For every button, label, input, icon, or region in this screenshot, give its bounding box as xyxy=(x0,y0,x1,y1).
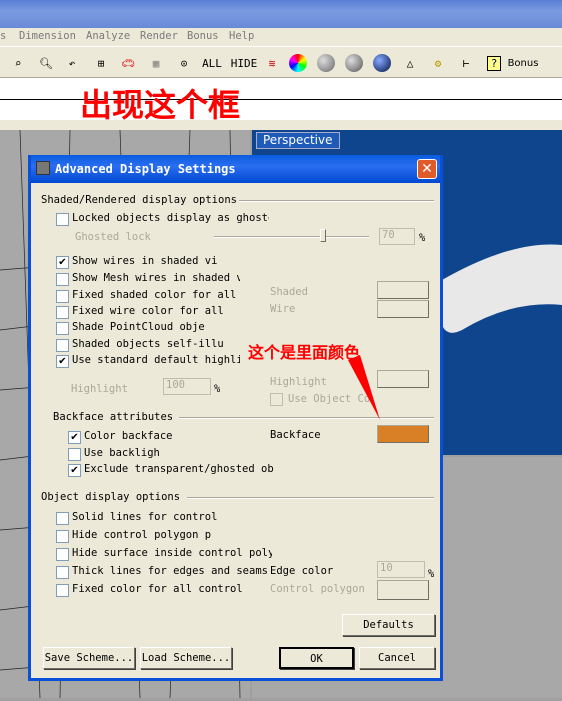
shaded-option-label: Fixed shaded color for all xyxy=(72,289,237,301)
color-wheel-icon[interactable] xyxy=(286,51,310,75)
blue-sphere-icon[interactable] xyxy=(370,51,394,75)
percent-label: % xyxy=(214,383,221,395)
locked-ghosted-label: Locked objects display as ghoste xyxy=(72,212,269,224)
section-backface: Backface attributes xyxy=(53,411,174,423)
window-title-bar xyxy=(0,0,562,28)
object-option-checkbox[interactable] xyxy=(56,530,69,543)
edge-color-label: Edge color xyxy=(270,565,334,577)
toolbar: ⌕ 🔍︎ ↶ ⊞ 🚗︎ ▦ ⊙ ALL HIDE ≋ △ ⚙ ⊢ ? Bonus xyxy=(0,46,562,78)
hide-button[interactable]: HIDE xyxy=(230,51,258,75)
backface-color-swatch[interactable] xyxy=(377,425,429,443)
use-object-color-checkbox[interactable] xyxy=(270,393,283,406)
cone-icon[interactable]: △ xyxy=(398,51,422,75)
backface-option-checkbox[interactable]: ✔ xyxy=(68,431,81,444)
object-option-label: Hide control polygon p xyxy=(72,529,212,541)
control-polygon-label: Control polygon xyxy=(270,583,365,595)
object-option-checkbox[interactable] xyxy=(56,548,69,561)
grid-plane-icon[interactable]: ▦ xyxy=(144,51,168,75)
wire-color-label: Wire xyxy=(270,303,296,315)
dialog-title-bar[interactable]: Advanced Display Settings ✕ xyxy=(31,155,440,183)
help-icon[interactable]: ? xyxy=(482,51,506,75)
highlight-spinner[interactable]: 100 xyxy=(163,378,211,395)
menu-bar: s Dimension Analyze Render Bonus Help xyxy=(0,28,562,46)
gear-icon[interactable]: ⚙ xyxy=(426,51,450,75)
ghosted-lock-field[interactable]: 70 xyxy=(379,228,415,245)
backface-option-checkbox[interactable]: ✔ xyxy=(68,464,81,477)
wire-color-swatch[interactable] xyxy=(377,300,429,318)
shaded-option-label: Show Mesh wires in shaded vi xyxy=(72,272,240,284)
backface-option-label: Use backligh xyxy=(84,447,160,459)
gray-sphere-icon[interactable] xyxy=(314,51,338,75)
shaded-option-label: Shaded objects self-illu xyxy=(72,338,224,350)
show-all-button[interactable]: ALL xyxy=(200,51,224,75)
shaded-option-checkbox[interactable] xyxy=(56,322,69,335)
divider xyxy=(179,417,434,419)
undo-view-icon[interactable]: ↶ xyxy=(60,51,84,75)
shaded-option-checkbox[interactable] xyxy=(56,306,69,319)
grid-layout-icon[interactable]: ⊞ xyxy=(89,51,113,75)
menu-item-tools[interactable]: s xyxy=(0,30,6,42)
menu-item-dimension[interactable]: Dimension xyxy=(19,30,76,42)
divider xyxy=(239,200,434,202)
ghosted-lock-label: Ghosted lock xyxy=(75,231,151,243)
bonus-button[interactable]: Bonus xyxy=(508,51,539,75)
edge-color-spinner[interactable]: 10 xyxy=(377,561,425,578)
object-option-label: Thick lines for edges and seams xyxy=(72,565,268,577)
load-scheme-button[interactable]: Load Scheme... xyxy=(140,647,232,669)
highlight-color-label: Highlight xyxy=(270,376,327,388)
shaded-option-label: Shade PointCloud obje xyxy=(72,321,205,333)
viewport-label-perspective[interactable]: Perspective xyxy=(256,132,340,149)
app-icon xyxy=(36,161,50,175)
magnify-icon[interactable]: 🔍︎ xyxy=(34,51,58,75)
shaded-color-swatch[interactable] xyxy=(377,281,429,299)
control-polygon-swatch[interactable] xyxy=(377,580,429,600)
object-option-label: Solid lines for control xyxy=(72,511,218,523)
ghosted-lock-slider[interactable] xyxy=(214,236,369,238)
slider-thumb[interactable] xyxy=(319,229,326,242)
pick-point-icon[interactable]: ⊙ xyxy=(172,51,196,75)
layers-icon[interactable]: ≋ xyxy=(260,51,284,75)
menu-item-bonus[interactable]: Bonus xyxy=(187,30,219,42)
backface-color-label: Backface xyxy=(270,429,321,441)
percent-label: % xyxy=(428,568,435,580)
car-icon[interactable]: 🚗︎ xyxy=(116,51,140,75)
percent-label: % xyxy=(419,232,426,244)
object-option-checkbox[interactable] xyxy=(56,566,69,579)
shaded-option-checkbox[interactable] xyxy=(56,339,69,352)
dialog-title: Advanced Display Settings xyxy=(55,162,236,176)
backface-option-label: Exclude transparent/ghosted ob xyxy=(84,463,274,475)
section-object-display: Object display options xyxy=(41,491,181,503)
object-option-label: Hide surface inside control polyg xyxy=(72,547,272,559)
shaded-option-checkbox[interactable]: ✔ xyxy=(56,256,69,269)
menu-item-help[interactable]: Help xyxy=(229,30,254,42)
dimension-icon[interactable]: ⊢ xyxy=(454,51,478,75)
save-scheme-button[interactable]: Save Scheme... xyxy=(43,647,135,669)
backface-option-checkbox[interactable] xyxy=(68,448,81,461)
shaded-option-checkbox[interactable] xyxy=(56,273,69,286)
shaded-option-label: Show wires in shaded vi xyxy=(72,255,218,267)
close-button[interactable]: ✕ xyxy=(417,159,437,179)
shaded-option-label: Use standard default highli xyxy=(72,354,240,366)
shaded-option-checkbox[interactable]: ✔ xyxy=(56,355,69,368)
backface-option-label: Color backface xyxy=(84,430,173,442)
defaults-button[interactable]: Defaults xyxy=(342,614,435,636)
locked-ghosted-checkbox[interactable] xyxy=(56,213,69,226)
shaded-color-label: Shaded xyxy=(270,286,308,298)
object-option-label: Fixed color for all control xyxy=(72,583,243,595)
divider xyxy=(187,497,434,499)
zoom-fit-icon[interactable]: ⌕ xyxy=(6,51,30,75)
ok-button[interactable]: OK xyxy=(279,647,354,669)
annotation-top: 出现这个框 xyxy=(80,86,241,124)
menu-item-analyze[interactable]: Analyze xyxy=(86,30,130,42)
annotation-arrow xyxy=(348,355,380,420)
shaded-option-checkbox[interactable] xyxy=(56,290,69,303)
shaded-option-label: Fixed wire color for all xyxy=(72,305,224,317)
menu-item-render[interactable]: Render xyxy=(140,30,178,42)
shaded-sphere-icon[interactable] xyxy=(342,51,366,75)
highlight-label: Highlight xyxy=(71,383,128,395)
object-option-checkbox[interactable] xyxy=(56,584,69,597)
object-option-checkbox[interactable] xyxy=(56,512,69,525)
cancel-button[interactable]: Cancel xyxy=(359,647,435,669)
section-shaded: Shaded/Rendered display options xyxy=(41,194,237,206)
